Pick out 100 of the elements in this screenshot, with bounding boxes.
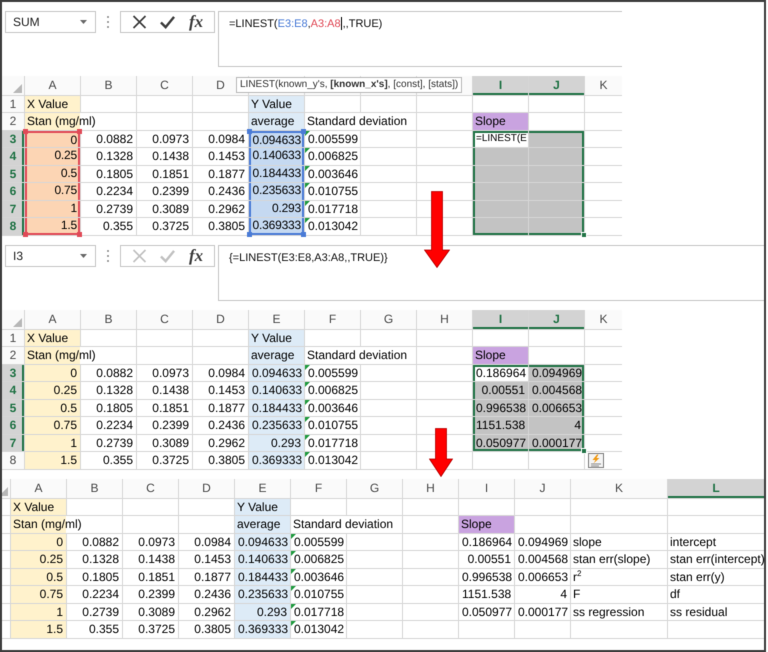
selected-cell [473, 148, 528, 165]
row-header[interactable]: 3 [2, 365, 24, 381]
table-cell: 0.5 [25, 400, 80, 416]
table-cell: 0.005599 [308, 132, 358, 146]
table-cell: 0.010755 [294, 587, 344, 601]
table-cell: 0.006825 [308, 383, 358, 397]
table-cell: 0.996538 [473, 400, 528, 416]
row-header[interactable]: 6 [2, 417, 24, 434]
corner-triangle-icon [291, 586, 296, 591]
table-cell: 0.017718 [308, 202, 358, 216]
triangle-icon [13, 318, 22, 327]
lightning-box-icon[interactable] [588, 453, 604, 468]
table-cell: Y Value [235, 499, 290, 515]
row-header[interactable]: 7 [2, 435, 24, 451]
table-cell: 0.75 [11, 586, 66, 603]
insert-function-button[interactable]: fx [189, 13, 204, 31]
formula-field[interactable]: =LINEST(E3:E8,A3:A8 ,,TRUE) [218, 11, 622, 67]
table-cell: 4 [529, 417, 584, 434]
table-cell: 0.017718 [308, 436, 358, 450]
row-header[interactable]: 1 [2, 96, 24, 112]
range-handle[interactable] [247, 232, 252, 237]
table-cell: average [235, 516, 290, 533]
corner-triangle-icon [291, 551, 296, 556]
range-handle[interactable] [23, 232, 28, 237]
table-cell: 0.013042 [294, 622, 344, 636]
range-handle[interactable] [77, 232, 82, 237]
table-cell: 0.003646 [294, 570, 344, 584]
selected-cell [529, 218, 584, 235]
range-handle[interactable] [23, 129, 28, 134]
table-cell: Standard deviation [305, 347, 410, 364]
formula-field[interactable]: {=LINEST(E3:E8,A3:A8,,TRUE)} [218, 245, 764, 301]
table-cell: 1151.538 [473, 417, 528, 434]
table-cell: 0.369333 [251, 218, 302, 233]
cancel-button[interactable] [132, 13, 147, 31]
selected-cell [529, 183, 584, 200]
table-cell: 1 [25, 435, 80, 451]
table-cell: 0.293 [251, 201, 302, 217]
column-header[interactable]: J [529, 76, 584, 95]
selected-cell [529, 131, 584, 147]
table-cell: 0.369333 [249, 452, 304, 469]
corner-triangle-icon [305, 201, 310, 206]
row-header[interactable]: 2 [2, 113, 24, 130]
row-header[interactable]: 7 [2, 201, 24, 217]
row-header[interactable]: 5 [2, 400, 24, 416]
table-cell: Standard deviation [305, 113, 410, 130]
table-cell: 0.75 [25, 417, 80, 434]
caret-icon [80, 254, 87, 258]
table-cell: 0.25 [27, 148, 78, 165]
table-cell: average [249, 113, 304, 130]
corner-triangle-icon [305, 183, 310, 188]
fill-handle[interactable] [581, 448, 587, 454]
row-header[interactable]: 1 [2, 330, 24, 346]
text-cursor-icon [340, 17, 342, 30]
corner-triangle-icon [291, 604, 296, 609]
table-cell: 0.25 [11, 551, 66, 568]
table-cell: Y Value [249, 96, 304, 112]
close-icon [132, 249, 147, 263]
table-cell: Stan (mg/ml) [25, 347, 98, 364]
corner-triangle-icon [305, 400, 310, 405]
insert-function-button[interactable]: fx [189, 247, 204, 265]
enter-button[interactable] [160, 13, 176, 31]
row-header[interactable]: 6 [2, 183, 24, 200]
table-cell: 0.75 [27, 183, 78, 200]
range-handle[interactable] [77, 129, 82, 134]
table-cell: 0.235633 [251, 183, 302, 200]
column-header[interactable]: L [668, 479, 764, 498]
table-cell: Slope [473, 347, 528, 364]
column-header[interactable]: I [473, 310, 528, 329]
row-header[interactable]: 8 [2, 452, 24, 469]
table-cell: 1 [11, 604, 66, 620]
name-box[interactable]: SUM [5, 11, 96, 33]
row-header[interactable]: 2 [2, 347, 24, 364]
row-header[interactable]: 4 [2, 148, 24, 165]
table-cell: 0.017718 [294, 605, 344, 619]
selected-cell [473, 183, 528, 200]
table-cell: 0.186964 [473, 365, 528, 381]
table-cell: X Value [25, 330, 80, 346]
table-cell: 0.006653 [529, 400, 584, 416]
table-cell: Slope [459, 516, 514, 533]
corner-triangle-icon [305, 452, 310, 457]
table-cell: 0.00551 [473, 382, 528, 399]
row-header[interactable]: 8 [2, 218, 24, 235]
table-cell: X Value [25, 96, 80, 112]
row-header[interactable]: 5 [2, 166, 24, 182]
corner-triangle-icon [305, 148, 310, 153]
table-cell: 0.013042 [308, 219, 358, 233]
range-handle[interactable] [301, 232, 306, 237]
row-header[interactable]: 3 [2, 131, 24, 147]
range-handle[interactable] [301, 129, 306, 134]
table-cell: 0.003646 [308, 401, 358, 415]
range-handle[interactable] [247, 129, 252, 134]
corner-triangle-icon [305, 417, 310, 422]
column-header[interactable]: J [529, 310, 584, 329]
column-header[interactable]: I [473, 76, 528, 95]
table-cell: Stan (mg/ml) [11, 516, 84, 533]
row-header[interactable]: 4 [2, 382, 24, 399]
name-box[interactable]: I3 [5, 245, 96, 267]
corner-triangle-icon [305, 166, 310, 171]
fill-handle[interactable] [581, 232, 587, 238]
table-cell: 0.140633 [249, 382, 304, 399]
